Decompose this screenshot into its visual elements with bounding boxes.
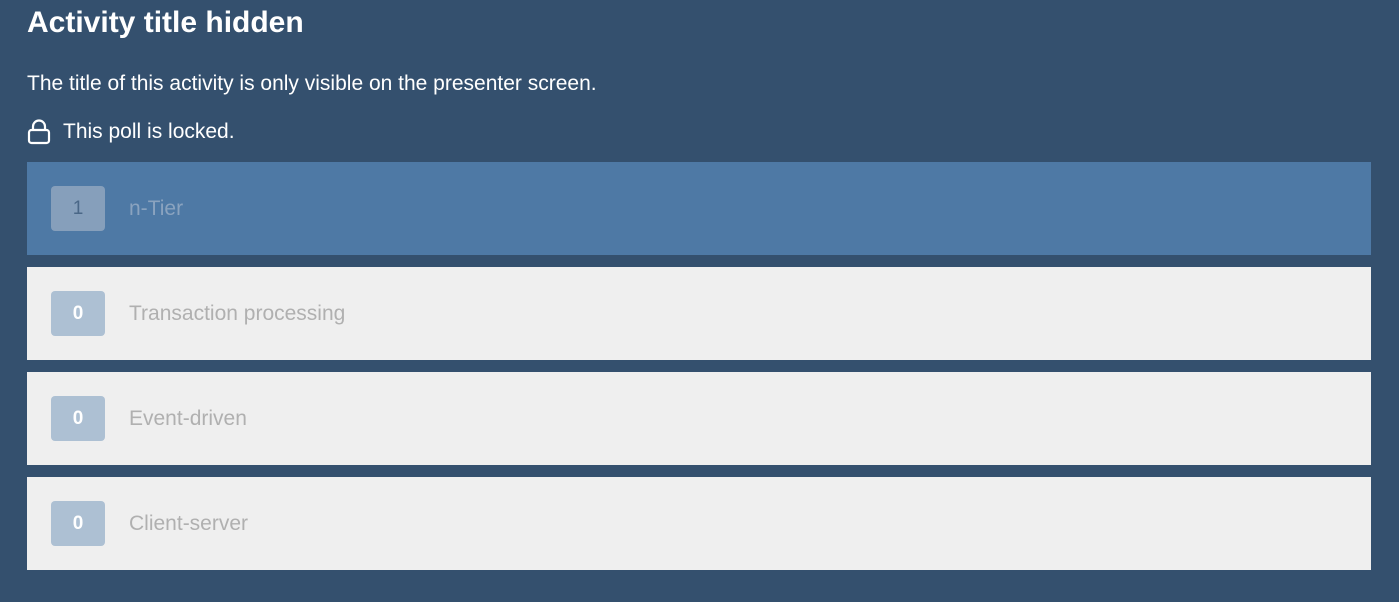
poll-locked-notice: This poll is locked. — [27, 118, 235, 146]
option-label: Client-server — [129, 511, 249, 535]
vote-count-badge: 0 — [51, 396, 105, 441]
activity-title: Activity title hidden — [27, 6, 304, 39]
vote-count-badge: 0 — [51, 501, 105, 546]
poll-option[interactable]: 0 Client-server — [27, 477, 1371, 570]
vote-count-badge: 0 — [51, 291, 105, 336]
poll-option[interactable]: 0 Event-driven — [27, 372, 1371, 465]
vote-count-badge: 1 — [51, 186, 105, 231]
poll-options: 1 n-Tier 0 Transaction processing 0 Even… — [27, 162, 1371, 582]
poll-option[interactable]: 0 Transaction processing — [27, 267, 1371, 360]
poll-option[interactable]: 1 n-Tier — [27, 162, 1371, 255]
option-label: n-Tier — [129, 196, 184, 220]
lock-icon — [27, 119, 51, 145]
activity-subtitle: The title of this activity is only visib… — [27, 72, 597, 95]
option-label: Transaction processing — [129, 301, 346, 325]
poll-locked-text: This poll is locked. — [63, 120, 235, 143]
option-label: Event-driven — [129, 406, 247, 430]
